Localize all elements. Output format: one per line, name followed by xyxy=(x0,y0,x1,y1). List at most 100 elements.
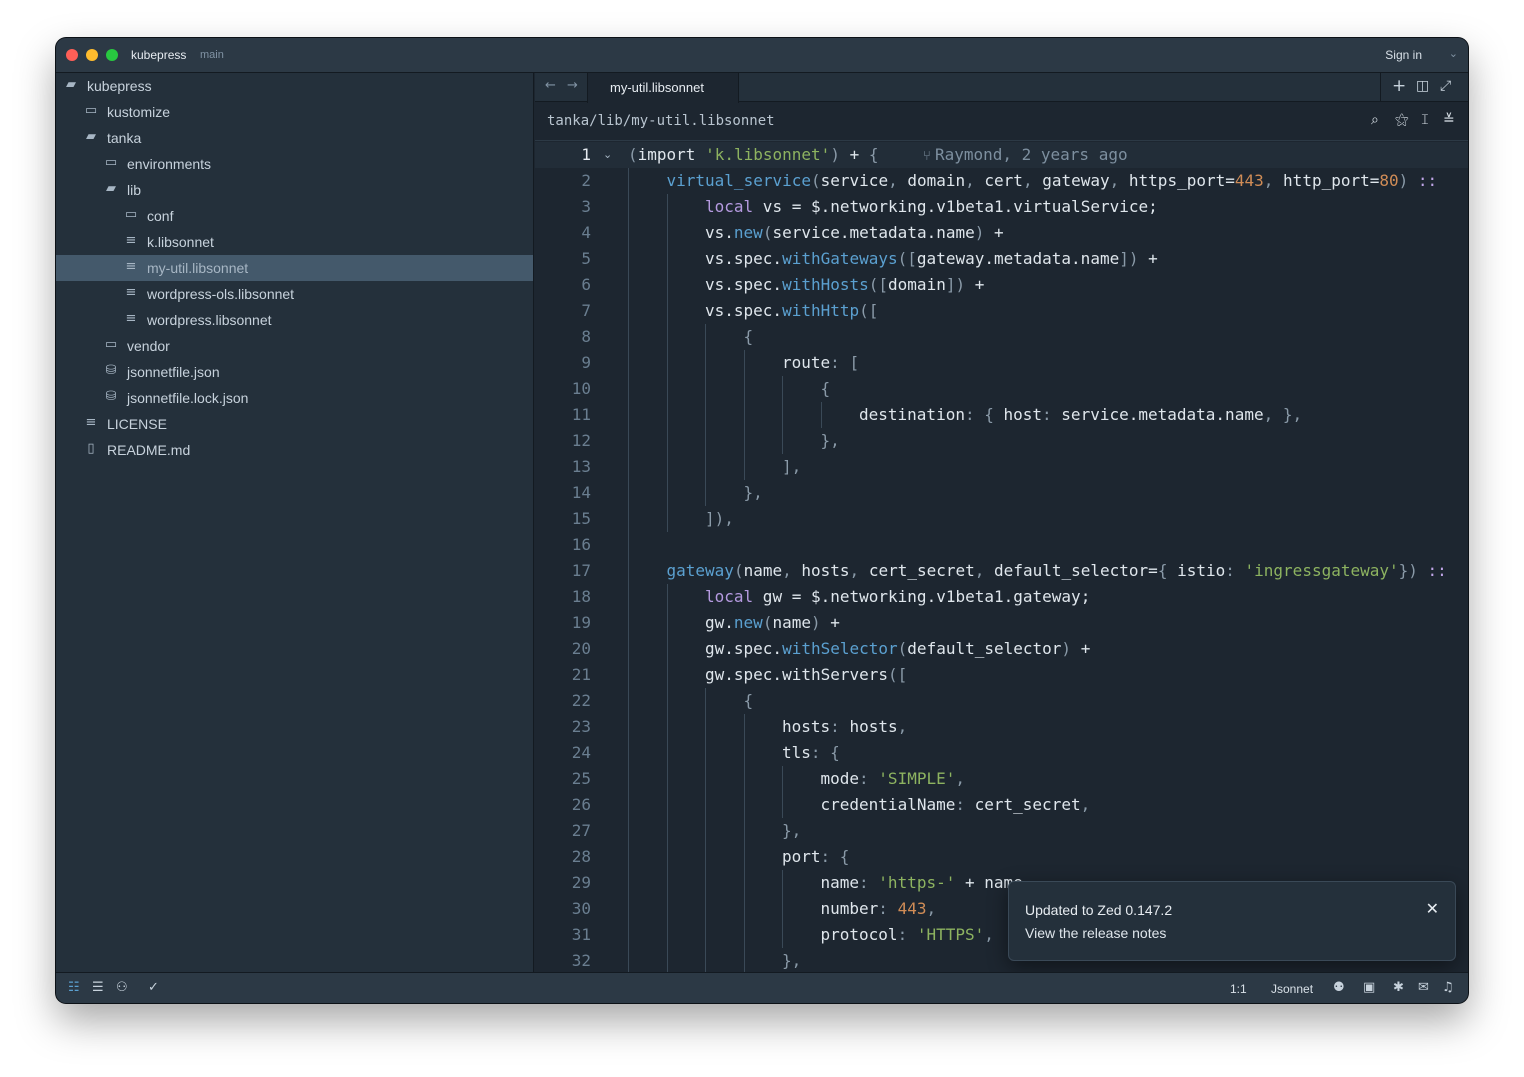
tree-item[interactable]: ≡ wordpress.libsonnet xyxy=(56,307,533,333)
code-line[interactable]: 17 gateway(name, hosts, cert_secret, defa… xyxy=(535,558,1468,584)
project-panel-icon[interactable]: ☷ xyxy=(68,980,80,995)
indent-guide xyxy=(628,948,629,972)
code-line[interactable]: 19 gw.new(name) + xyxy=(535,610,1468,636)
tree-item[interactable]: ⛁ jsonnetfile.lock.json xyxy=(56,385,533,411)
line-number: 3 xyxy=(581,197,591,216)
settings-sliders-icon[interactable]: ≚ xyxy=(1443,112,1455,128)
code-line[interactable]: 6 vs.spec.withHosts([domain]) + xyxy=(535,272,1468,298)
tree-item[interactable]: ▰ kubepress xyxy=(56,73,533,99)
chevron-down-icon[interactable]: ⌄ xyxy=(1449,47,1458,60)
notification-bell-icon[interactable]: ♫ xyxy=(1442,980,1454,995)
fold-chevron-icon[interactable]: ⌄ xyxy=(603,142,612,168)
tree-item[interactable]: ≡ LICENSE xyxy=(56,411,533,437)
tree-item[interactable]: ▰ tanka xyxy=(56,125,533,151)
folder-icon: ▭ xyxy=(124,207,138,222)
cursor-position[interactable]: 1:1 xyxy=(1230,982,1247,996)
split-pane-icon[interactable]: ◫ xyxy=(1416,78,1429,94)
code-line[interactable]: 7 vs.spec.withHttp([ xyxy=(535,298,1468,324)
tab-my-util-libsonnet[interactable]: my-util.libsonnet xyxy=(587,73,739,103)
code-line[interactable]: 27}, xyxy=(535,818,1468,844)
assistant-wand-icon[interactable]: ⚝ xyxy=(1395,112,1409,128)
go-forward-icon[interactable]: → xyxy=(567,78,578,93)
close-icon[interactable]: ✕ xyxy=(1426,899,1439,918)
tree-item[interactable]: ≡ k.libsonnet xyxy=(56,229,533,255)
tree-item[interactable]: ▰ lib xyxy=(56,177,533,203)
code-line[interactable]: 2 virtual_service(service, domain, cert, … xyxy=(535,168,1468,194)
code-line[interactable]: 26 credentialName: cert_secret, xyxy=(535,792,1468,818)
code-token: service.metadata.name xyxy=(772,223,975,242)
chat-icon[interactable]: ✉ xyxy=(1418,980,1429,995)
code-line[interactable]: 12}, xyxy=(535,428,1468,454)
code-line[interactable]: 16 xyxy=(535,532,1468,558)
indent-guide xyxy=(628,662,629,688)
line-number: 26 xyxy=(571,795,591,814)
indent-guide xyxy=(705,896,706,922)
maximize-pane-icon[interactable]: ⤢ xyxy=(1440,78,1451,94)
indent-guide xyxy=(705,870,706,896)
new-tab-icon[interactable]: + xyxy=(1392,76,1406,96)
line-number: 19 xyxy=(571,613,591,632)
blame-text: Raymond, 2 years ago xyxy=(934,145,1128,164)
code-token: gateway xyxy=(1042,171,1110,190)
window-zoom-button[interactable] xyxy=(106,49,118,61)
line-number: 17 xyxy=(571,561,591,580)
code-line[interactable]: 21 gw.spec.withServers([ xyxy=(535,662,1468,688)
code-line[interactable]: 20 gw.spec.withSelector(default_selector)… xyxy=(535,636,1468,662)
search-icon[interactable]: ⌕ xyxy=(1371,112,1379,128)
code-line[interactable]: 13], xyxy=(535,454,1468,480)
code-token: , xyxy=(897,717,908,736)
code-line[interactable]: 9 route: [ xyxy=(535,350,1468,376)
code-line[interactable]: 5 vs.spec.withGateways([gateway.metadata.… xyxy=(535,246,1468,272)
code-line[interactable]: 25 mode: 'SIMPLE', xyxy=(535,766,1468,792)
checkmark-icon[interactable]: ✓ xyxy=(148,980,159,995)
indent-guide xyxy=(743,948,745,972)
text-cursor-icon[interactable]: 𝙸 xyxy=(1420,112,1430,128)
code-line[interactable]: 3 local vs = $.networking.v1beta1.virtual… xyxy=(535,194,1468,220)
outline-icon[interactable]: ☰ xyxy=(92,980,104,995)
code-text: number: 443, xyxy=(821,896,937,922)
tree-item[interactable]: ▭ conf xyxy=(56,203,533,229)
go-back-icon[interactable]: ← xyxy=(545,78,556,93)
indent-guide xyxy=(628,714,629,740)
code-line[interactable]: 4 vs.new(service.metadata.name) + xyxy=(535,220,1468,246)
tree-item[interactable]: ▭ kustomize xyxy=(56,99,533,125)
code-line[interactable]: 10 { xyxy=(535,376,1468,402)
code-line[interactable]: 1 ⌄ (import 'k.libsonnet') + {⑂ Raymond, 2… xyxy=(535,142,1468,168)
code-token: : xyxy=(859,873,879,892)
code-line[interactable]: 15]), xyxy=(535,506,1468,532)
indent-guide xyxy=(666,896,668,922)
tree-item[interactable]: ▯ README.md xyxy=(56,437,533,463)
code-line[interactable]: 28 port: { xyxy=(535,844,1468,870)
branch-name[interactable]: main xyxy=(200,49,224,61)
code-line[interactable]: 8{ xyxy=(535,324,1468,350)
assistant-icon[interactable]: ✱ xyxy=(1393,980,1404,995)
terminal-icon[interactable]: ▣ xyxy=(1363,980,1375,995)
release-notes-link[interactable]: View the release notes xyxy=(1025,925,1166,941)
tree-item[interactable]: ≡ wordpress-ols.libsonnet xyxy=(56,281,533,307)
tree-item[interactable]: ▭ vendor xyxy=(56,333,533,359)
window-minimize-button[interactable] xyxy=(86,49,98,61)
code-line[interactable]: 14}, xyxy=(535,480,1468,506)
code-line[interactable]: 24 tls: { xyxy=(535,740,1468,766)
code-line[interactable]: 11 destination: { host: service.metadata.… xyxy=(535,402,1468,428)
code-token: ([ xyxy=(868,275,889,294)
window-close-button[interactable] xyxy=(66,49,78,61)
sign-in-button[interactable]: Sign in xyxy=(1385,48,1422,62)
indent-guide xyxy=(705,350,706,376)
breadcrumb[interactable]: tanka/lib/my-util.libsonnet xyxy=(547,113,775,129)
code-line[interactable]: 23 hosts: hosts, xyxy=(535,714,1468,740)
copilot-icon[interactable]: ⚉ xyxy=(1333,980,1345,995)
collaboration-icon[interactable]: ⚇ xyxy=(116,980,128,995)
language-selector[interactable]: Jsonnet xyxy=(1271,982,1313,996)
tree-item[interactable]: ≡ my-util.libsonnet xyxy=(56,255,533,281)
tree-item[interactable]: ▭ environments xyxy=(56,151,533,177)
project-name[interactable]: kubepress xyxy=(131,48,186,62)
code-line[interactable]: 22 { xyxy=(535,688,1468,714)
code-line[interactable]: 18 local gw = $.networking.v1beta1.gatewa… xyxy=(535,584,1468,610)
indent-guide xyxy=(628,506,629,532)
code-editor[interactable]: 1 ⌄ (import 'k.libsonnet') + {⑂ Raymond, 2… xyxy=(535,142,1468,972)
tree-item[interactable]: ⛁ jsonnetfile.json xyxy=(56,359,533,385)
inline-blame[interactable]: ⑂ Raymond, 2 years ago xyxy=(923,142,1128,170)
code-token: ]) xyxy=(945,275,966,294)
